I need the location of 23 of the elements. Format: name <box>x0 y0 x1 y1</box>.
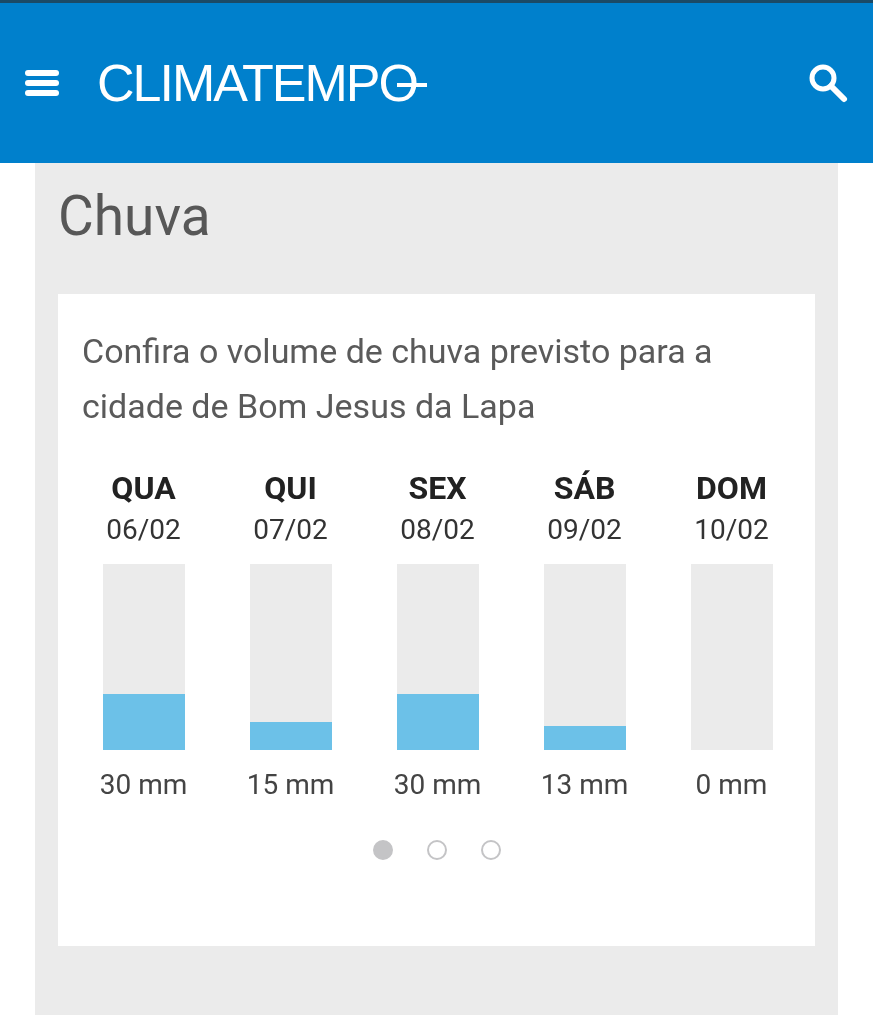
rain-amount: 15 mm <box>246 770 335 800</box>
rain-amount: 0 mm <box>695 770 768 800</box>
weekday-label: SÁB <box>553 468 616 508</box>
weekday-label: QUA <box>111 468 176 508</box>
logo[interactable]: CLIMATEMPO <box>97 53 417 113</box>
date-label: 10/02 <box>694 512 769 548</box>
page-dot[interactable] <box>372 840 393 860</box>
weekday-label: QUI <box>264 468 317 508</box>
menu-icon[interactable] <box>25 70 59 96</box>
rain-amount: 13 mm <box>540 770 629 800</box>
date-label: 08/02 <box>400 512 475 548</box>
date-label: 09/02 <box>547 512 622 548</box>
search-icon[interactable] <box>807 62 849 104</box>
date-label: 06/02 <box>106 512 181 548</box>
description: Confira o volume de chuva previsto para a cidade de Bom Jesus da Lapa <box>82 330 714 428</box>
weekday-label: SEX <box>408 468 467 508</box>
page-dot[interactable] <box>426 840 447 860</box>
date-label: 07/02 <box>253 512 328 548</box>
page-dot[interactable] <box>480 840 501 860</box>
rain-amount: 30 mm <box>393 770 482 800</box>
section-title: Chuva <box>58 189 212 243</box>
rain-amount: 30 mm <box>99 770 188 800</box>
weekday-label: DOM <box>696 468 767 508</box>
